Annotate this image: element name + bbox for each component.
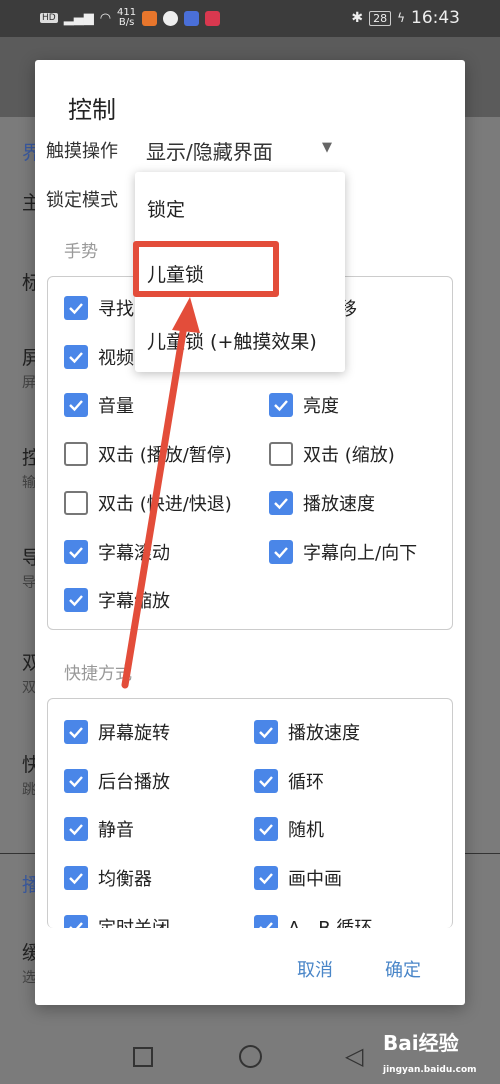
- watermark-brand: Bai经验: [383, 1031, 459, 1055]
- recents-button[interactable]: [133, 1047, 153, 1067]
- back-button[interactable]: ◁: [345, 1042, 363, 1070]
- annotation-arrow: [121, 297, 200, 689]
- home-button[interactable]: [239, 1045, 262, 1068]
- navigation-bar: ◁ Bai经验 jingyan.baidu.com: [0, 1032, 500, 1075]
- baidu-watermark: Bai经验 jingyan.baidu.com: [383, 1032, 477, 1081]
- watermark-url: jingyan.baidu.com: [383, 1065, 477, 1075]
